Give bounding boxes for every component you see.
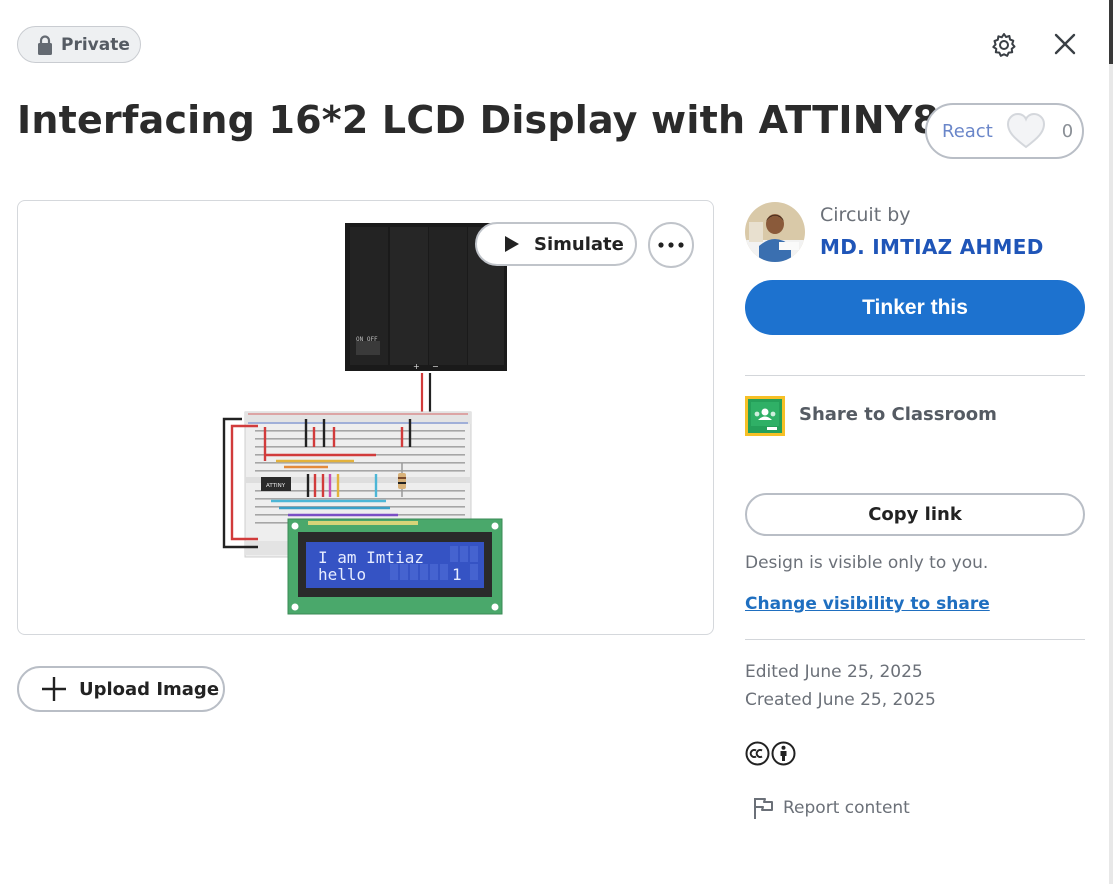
battery-switch-label: ON OFF	[356, 336, 378, 343]
close-icon[interactable]	[1053, 32, 1077, 56]
window-edge	[1109, 0, 1113, 64]
lock-icon	[38, 34, 52, 55]
plus-icon	[42, 677, 66, 701]
visibility-note: Design is visible only to you.	[745, 553, 989, 573]
react-label: React	[942, 120, 993, 142]
flag-icon	[754, 798, 773, 819]
share-to-classroom[interactable]: Share to Classroom	[799, 404, 997, 425]
svg-text:−: −	[432, 362, 439, 371]
circuit-diagram: ON OFF + − ATTINY I am Imtiaz hello 1	[222, 223, 507, 615]
change-visibility-link[interactable]: Change visibility to share	[745, 594, 990, 614]
classroom-icon[interactable]	[745, 396, 785, 436]
lcd-module: I am Imtiaz hello 1	[287, 518, 503, 615]
privacy-badge-label: Private	[61, 34, 130, 55]
tinker-this-button[interactable]: Tinker this	[745, 280, 1085, 335]
cc-icon	[745, 741, 770, 766]
license-icons[interactable]	[745, 741, 796, 766]
react-count: 0	[1061, 120, 1074, 142]
avatar[interactable]	[745, 202, 805, 262]
divider	[745, 375, 1085, 376]
circuit-by-caption: Circuit by	[820, 204, 911, 226]
more-options-button[interactable]	[648, 222, 694, 268]
report-content-label: Report content	[783, 798, 910, 818]
upload-image-button[interactable]: Upload Image	[17, 666, 225, 712]
simulate-label: Simulate	[534, 233, 624, 255]
svg-text:+: +	[413, 362, 420, 371]
avatar-image	[745, 202, 805, 262]
play-icon	[505, 236, 519, 252]
created-date: Created June 25, 2025	[745, 690, 936, 710]
page-title: Interfacing 16*2 LCD Display with ATTINY…	[17, 98, 966, 142]
circuit-preview[interactable]: ON OFF + − ATTINY I am Imtiaz hello 1 Si…	[17, 200, 714, 635]
heart-icon	[1006, 112, 1045, 149]
scrollbar-track[interactable]	[1109, 64, 1113, 884]
gear-icon[interactable]	[990, 31, 1018, 59]
react-button[interactable]: React 0	[925, 103, 1084, 159]
chip-label: ATTINY	[266, 483, 286, 489]
more-icon	[658, 242, 684, 248]
copy-link-button[interactable]: Copy link	[745, 493, 1085, 536]
author-name-link[interactable]: MD. IMTIAZ AHMED	[820, 235, 1044, 259]
simulate-button[interactable]: Simulate	[475, 222, 637, 266]
attiny-chip: ATTINY	[261, 477, 291, 491]
divider	[745, 639, 1085, 640]
lcd-line-2-right: 1	[452, 565, 462, 584]
edited-date: Edited June 25, 2025	[745, 662, 923, 682]
report-content-button[interactable]: Report content	[752, 796, 910, 820]
lcd-line-2: hello	[318, 565, 366, 584]
privacy-badge: Private	[17, 26, 141, 63]
upload-image-label: Upload Image	[79, 678, 220, 700]
by-icon	[771, 741, 796, 766]
